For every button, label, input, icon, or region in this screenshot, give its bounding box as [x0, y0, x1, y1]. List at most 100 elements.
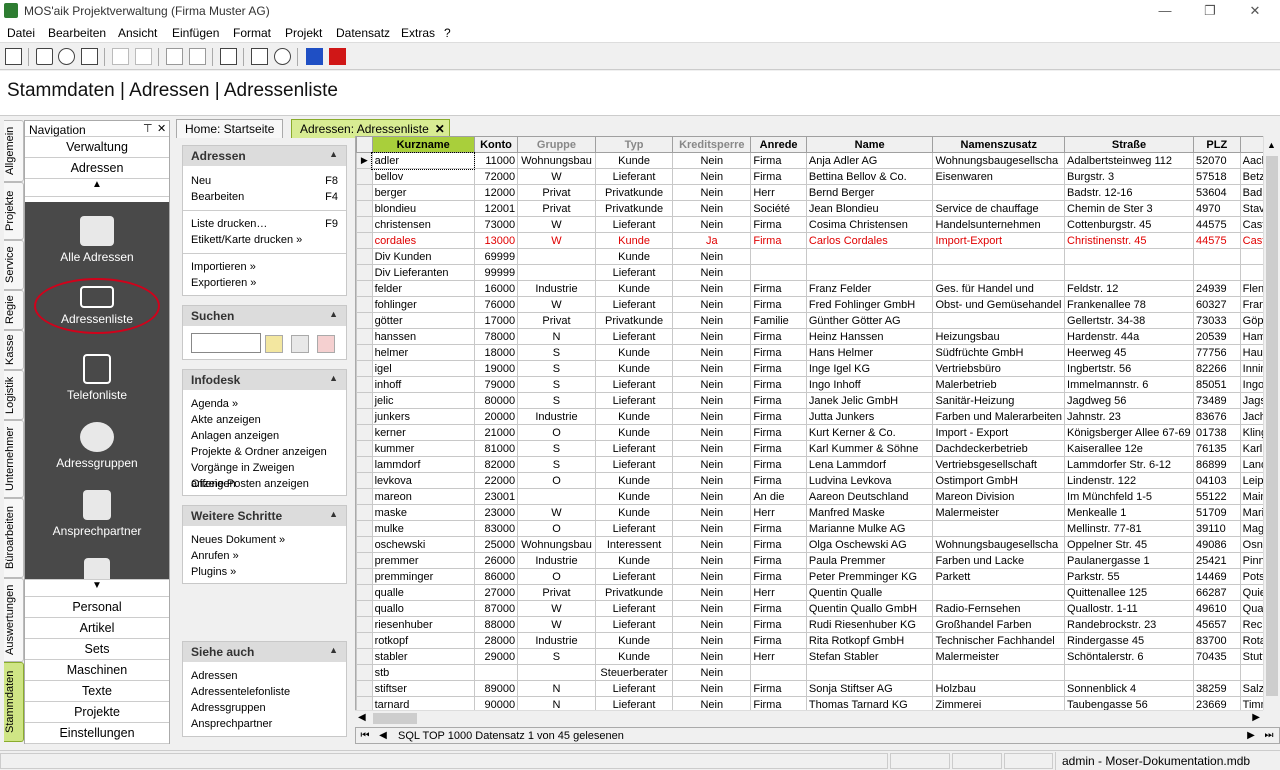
vtab-bueroarbeiten[interactable]: Büroarbeiten	[4, 498, 24, 578]
table-cell[interactable]: Firma	[750, 152, 807, 169]
table-cell[interactable]: Kunde	[594, 232, 674, 249]
table-cell[interactable]: Privat	[517, 584, 596, 601]
row-selector[interactable]	[356, 680, 373, 697]
table-cell[interactable]: 25000	[473, 536, 519, 553]
row-selector[interactable]	[356, 344, 373, 361]
table-cell[interactable]: 29000	[473, 648, 519, 665]
table-row[interactable]: junkers 20000 Industrie Kunde Nein Firma Jutta…	[356, 408, 1280, 425]
row-selector[interactable]	[356, 488, 373, 505]
table-cell[interactable]: Nein	[672, 584, 752, 601]
table-cell[interactable]: igel	[371, 360, 475, 377]
table-cell[interactable]: kummer	[371, 440, 475, 457]
table-cell[interactable]: 23669	[1192, 696, 1241, 710]
table-cell[interactable]: 13000	[473, 232, 519, 249]
table-cell[interactable]: Rita Rotkopf GmbH	[805, 632, 934, 649]
table-cell[interactable]: Firma	[750, 344, 807, 361]
table-cell[interactable]: Nein	[672, 360, 752, 377]
table-cell[interactable]: An die	[750, 488, 807, 505]
table-row[interactable]: kummer 81000 S Lieferant Nein Firma Karl Kumme…	[356, 440, 1280, 457]
table-cell[interactable]: Div Kunden	[371, 248, 475, 265]
table-cell[interactable]: stabler	[371, 648, 475, 665]
filter-list-icon[interactable]	[291, 335, 309, 353]
table-cell[interactable]: bellov	[371, 168, 475, 185]
table-row[interactable]: riesenhuber 88000 W Lieferant Nein Firma Rudi …	[356, 616, 1280, 633]
table-row[interactable]: ▶ adler 11000 Wohnungsbau Kunde Nein Firma Anja…	[356, 151, 1280, 170]
table-cell[interactable]: Heizungsbau	[932, 328, 1066, 345]
table-cell[interactable]: cordales	[371, 232, 475, 249]
nav-einstellungen[interactable]: Einstellungen	[25, 723, 169, 744]
table-cell[interactable]: Hardenstr. 44a	[1064, 328, 1194, 345]
table-cell[interactable]: Cottenburgstr. 45	[1064, 216, 1194, 233]
table-cell[interactable]: 14469	[1192, 568, 1241, 585]
table-cell[interactable]: 38259	[1192, 680, 1241, 697]
group-header[interactable]: Siehe auch ▲	[183, 642, 346, 662]
table-cell[interactable]: inhoff	[371, 376, 475, 393]
nav-texte[interactable]: Texte	[25, 681, 169, 702]
table-cell[interactable]: 73033	[1192, 312, 1241, 329]
table-cell[interactable]: Firma	[750, 392, 807, 409]
table-cell[interactable]: 24939	[1192, 280, 1241, 297]
scroll-down-icon[interactable]: ▼	[25, 579, 169, 597]
table-cell[interactable]	[932, 584, 1066, 601]
table-cell[interactable]: riesenhuber	[371, 616, 475, 633]
table-cell[interactable]: 76000	[473, 296, 519, 313]
table-cell[interactable]: 82000	[473, 456, 519, 473]
table-cell[interactable]: Nein	[672, 408, 752, 425]
table-cell[interactable]: Import - Export	[932, 424, 1066, 441]
table-cell[interactable]: Firma	[750, 328, 807, 345]
table-cell[interactable]: Anja Adler AG	[805, 152, 934, 169]
table-cell[interactable]: Sanitär-Heizung	[932, 392, 1066, 409]
link-vorgaenge[interactable]: Vorgänge in Zweigen anzeigen	[183, 460, 346, 490]
column-header[interactable]: Gruppe	[517, 136, 596, 153]
table-cell[interactable]: Firma	[750, 232, 807, 249]
table-cell[interactable]: 83000	[473, 520, 519, 537]
table-cell[interactable]: Ges. für Handel und	[932, 280, 1066, 297]
table-cell[interactable]	[805, 248, 934, 265]
row-selector[interactable]	[356, 376, 373, 393]
table-cell[interactable]: Nein	[672, 168, 752, 185]
table-cell[interactable]: S	[517, 648, 596, 665]
table-row[interactable]: tarnard 90000 N Lieferant Nein Firma Thomas Ta…	[356, 696, 1280, 710]
row-selector[interactable]	[356, 648, 373, 665]
row-selector[interactable]	[356, 184, 373, 201]
nav-personal[interactable]: Personal	[25, 597, 169, 618]
table-cell[interactable]: Malermeister	[932, 648, 1066, 665]
column-header[interactable]: PLZ	[1192, 136, 1241, 153]
table-cell[interactable]: Nein	[672, 648, 752, 665]
table-row[interactable]: helmer 18000 S Kunde Nein Firma Hans Helmer Süd…	[356, 344, 1280, 361]
table-cell[interactable]: S	[517, 360, 596, 377]
row-selector[interactable]	[356, 232, 373, 249]
menu-format[interactable]: Format	[233, 26, 271, 40]
table-cell[interactable]: Nein	[672, 264, 752, 281]
row-selector[interactable]	[356, 360, 373, 377]
table-cell[interactable]: 49610	[1192, 600, 1241, 617]
print-icon[interactable]	[36, 48, 53, 65]
nav-sets[interactable]: Sets	[25, 639, 169, 660]
redo-icon[interactable]	[135, 48, 152, 65]
link-exportieren[interactable]: Exportieren »	[183, 275, 346, 291]
table-cell[interactable]: Ja	[672, 232, 752, 249]
refresh-icon[interactable]	[274, 48, 291, 65]
table-cell[interactable]: 51709	[1192, 504, 1241, 521]
table-cell[interactable]: Herr	[750, 584, 807, 601]
table-cell[interactable]	[932, 184, 1066, 201]
nav-projekte[interactable]: Projekte	[25, 702, 169, 723]
move-down-icon[interactable]	[189, 48, 206, 65]
table-cell[interactable]: S	[517, 456, 596, 473]
table-cell[interactable]: 82266	[1192, 360, 1241, 377]
row-selector[interactable]	[356, 504, 373, 521]
table-cell[interactable]: Vertriebsgesellschaft	[932, 456, 1066, 473]
table-cell[interactable]: Lieferant	[594, 392, 674, 409]
table-row[interactable]: hanssen 78000 N Lieferant Nein Firma Heinz Han…	[356, 328, 1280, 345]
table-cell[interactable]: 23000	[473, 504, 519, 521]
table-cell[interactable]: Firma	[750, 168, 807, 185]
table-cell[interactable]: Nein	[672, 616, 752, 633]
table-cell[interactable]: W	[517, 616, 596, 633]
table-cell[interactable]: Großhandel Farben	[932, 616, 1066, 633]
vertical-scrollbar[interactable]: ▲	[1263, 136, 1280, 710]
clear-filter-icon[interactable]	[317, 335, 335, 353]
user-red-icon[interactable]	[329, 48, 346, 65]
table-cell[interactable]: quallo	[371, 600, 475, 617]
table-cell[interactable]: 52070	[1192, 152, 1241, 169]
table-cell[interactable]: 90000	[473, 696, 519, 710]
